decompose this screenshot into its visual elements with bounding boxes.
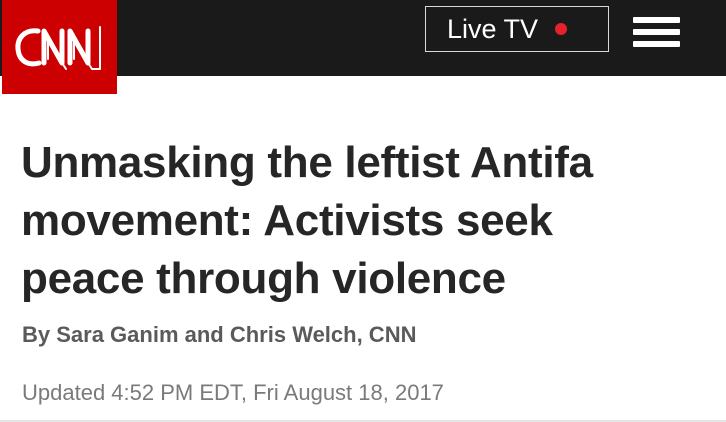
- article-byline: By Sara Ganim and Chris Welch, CNN: [22, 322, 417, 347]
- menu-bar: [633, 41, 680, 47]
- article-timestamp: Updated 4:52 PM EDT, Fri August 18, 2017: [22, 380, 444, 405]
- live-tv-label: Live TV: [447, 13, 539, 44]
- headline-line: movement: Activists seek: [21, 196, 553, 245]
- hamburger-menu-icon[interactable]: [633, 17, 680, 47]
- menu-bar: [633, 17, 680, 23]
- live-tv-button[interactable]: Live TV: [425, 6, 609, 52]
- cnn-logo-icon: [14, 26, 101, 70]
- live-indicator-icon: [555, 23, 568, 35]
- site-header: Live TV: [0, 0, 726, 94]
- headline-line: Unmasking the leftist Antifa: [21, 138, 593, 187]
- headline-line: peace through violence: [21, 254, 506, 303]
- cnn-logo[interactable]: [2, 0, 117, 94]
- article-headline: Unmasking the leftist Antifa movement: A…: [21, 134, 711, 308]
- menu-bar: [633, 29, 680, 35]
